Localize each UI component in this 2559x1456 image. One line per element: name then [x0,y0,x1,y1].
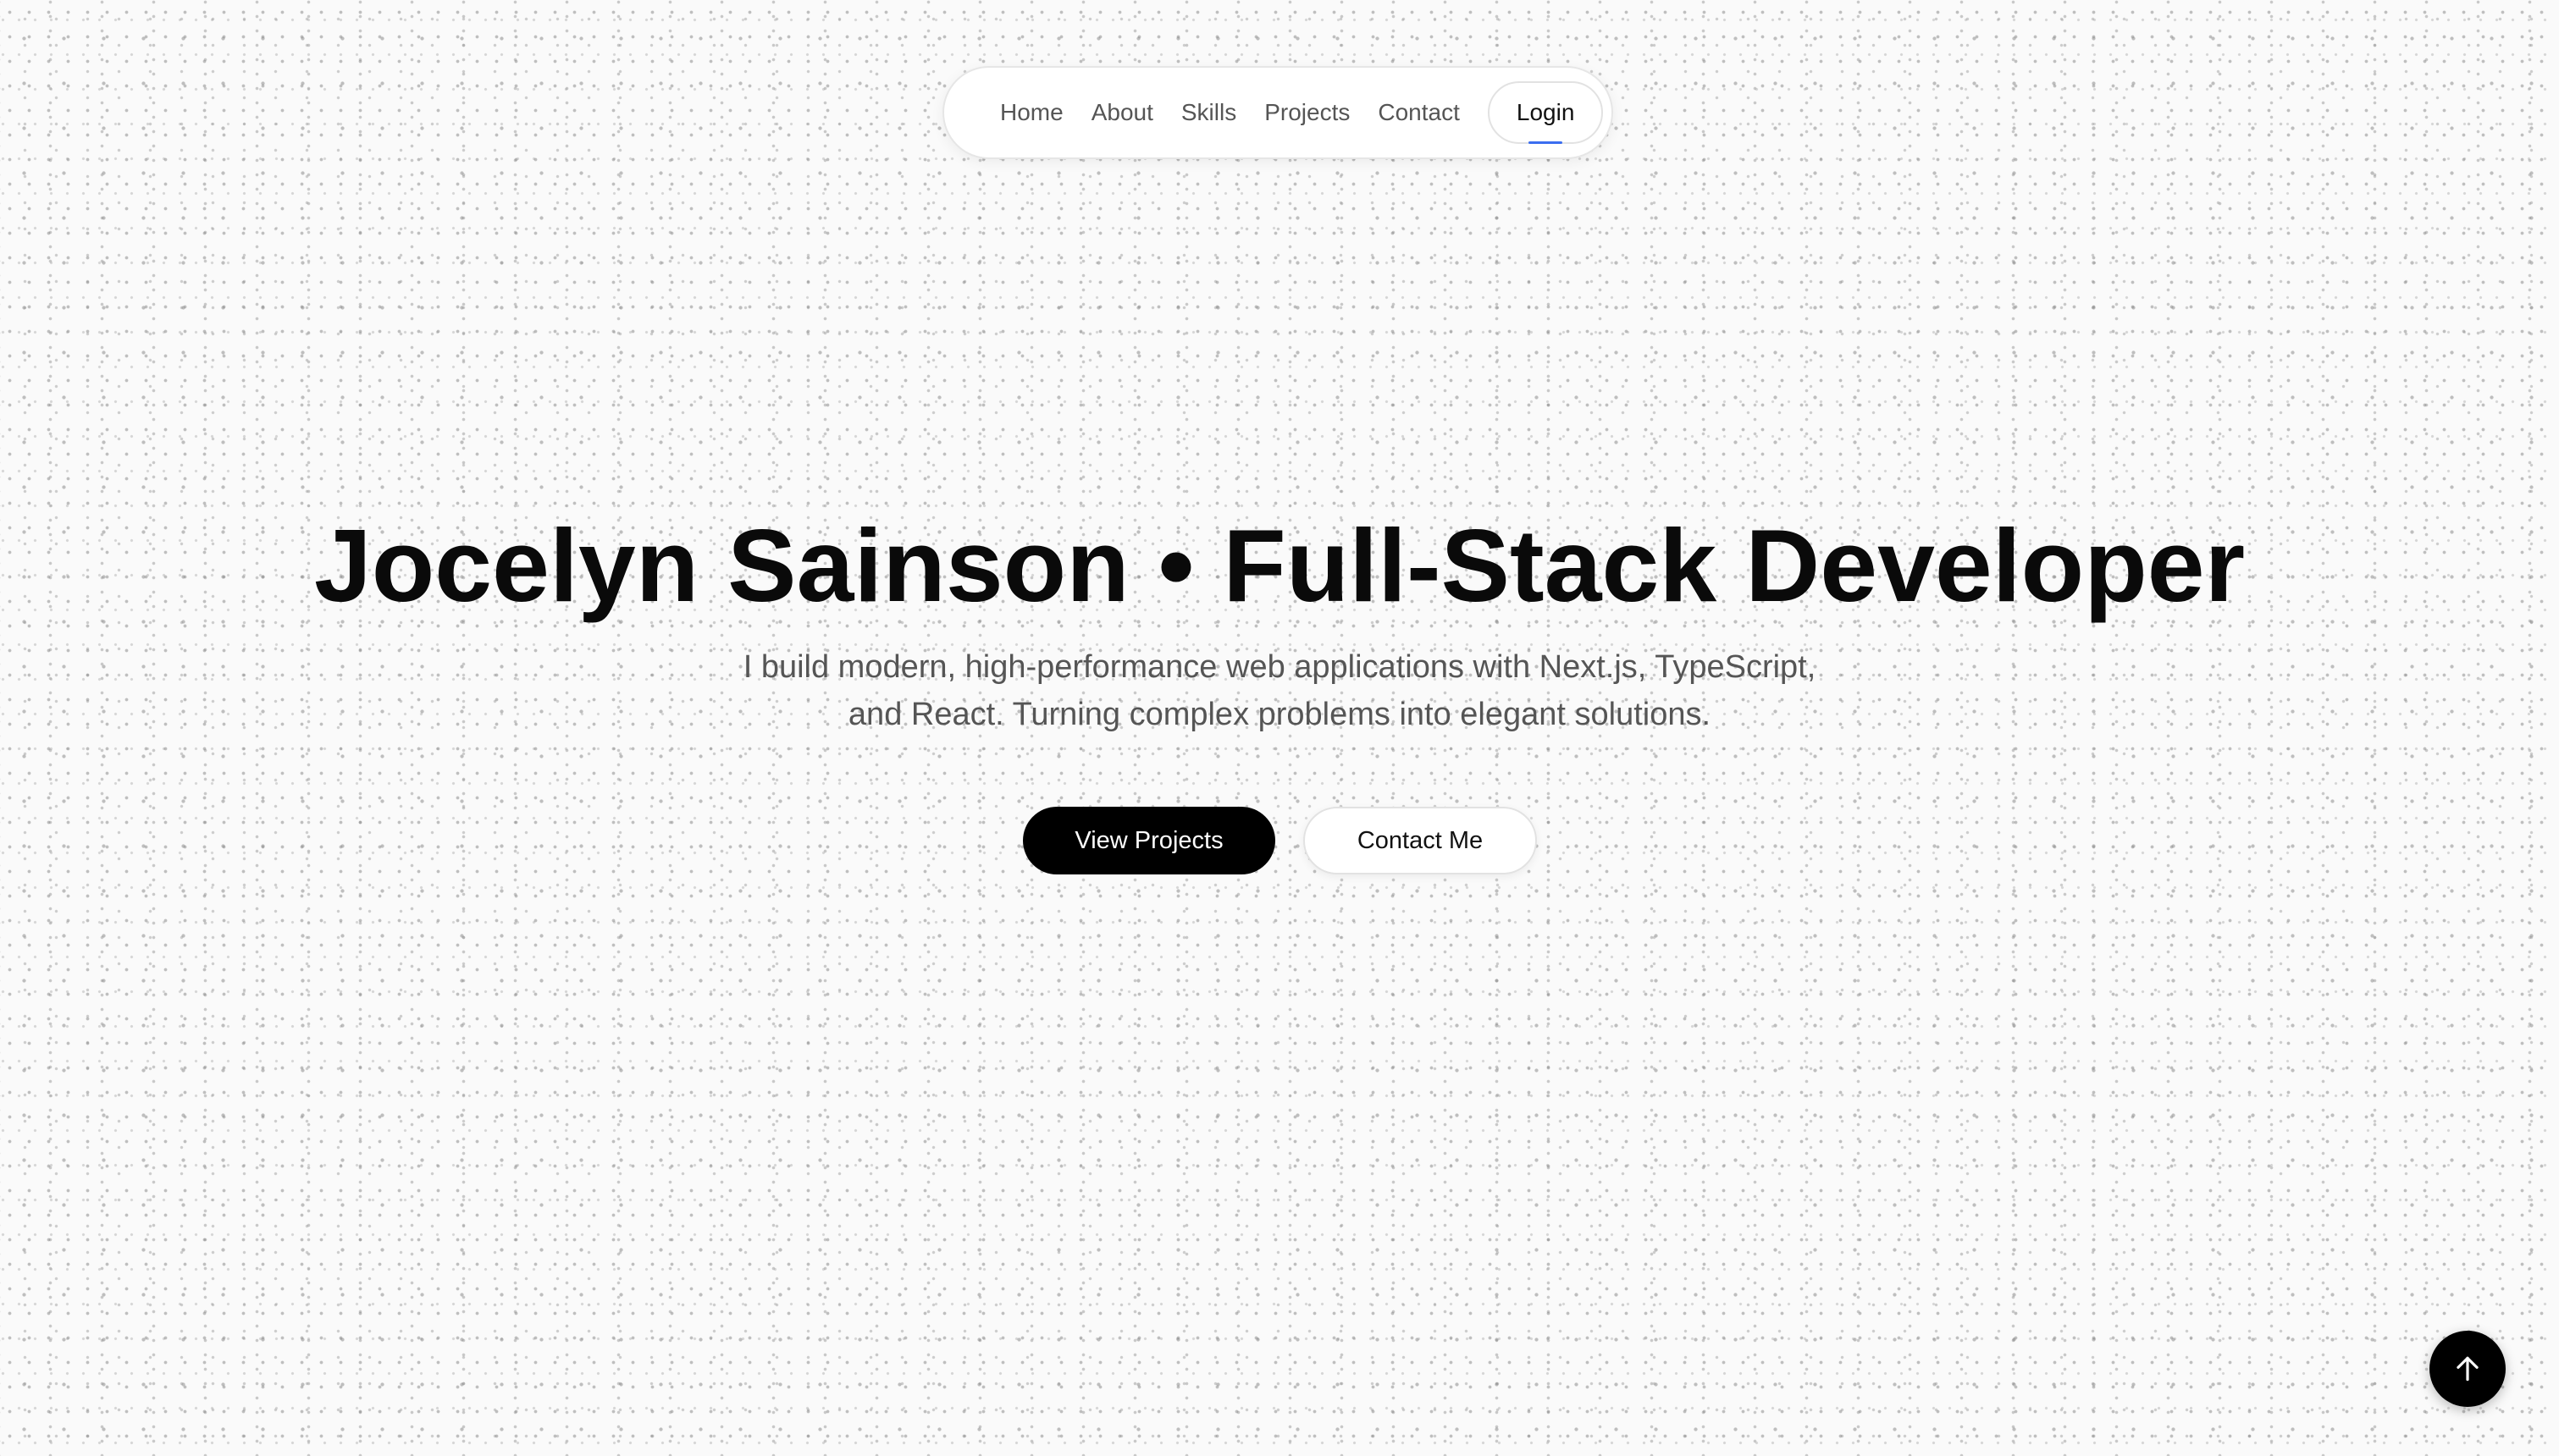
login-button[interactable]: Login [1487,81,1604,144]
arrow-up-icon [2457,1356,2479,1382]
top-navigation: Home About Skills Projects Contact Login [942,66,1613,159]
hero-cta-row: View Projects Contact Me [1023,807,1537,874]
login-label: Login [1516,99,1575,125]
login-accent-underline [1528,141,1563,144]
hero-subtitle-line-2: and React. Turning complex problems into… [848,697,1711,732]
nav-link-skills[interactable]: Skills [1181,99,1236,126]
hero-subtitle-line-1: I build modern, high-performance web app… [743,649,1816,685]
hero-title: Jocelyn Sainson • Full-Stack Developer [313,508,2246,623]
nav-link-projects[interactable]: Projects [1264,99,1350,126]
hero-subtitle: I build modern, high-performance web app… [687,643,1872,738]
nav-link-home[interactable]: Home [1000,99,1064,126]
nav-link-contact[interactable]: Contact [1378,99,1460,126]
contact-me-button[interactable]: Contact Me [1303,807,1537,874]
nav-link-about[interactable]: About [1092,99,1153,126]
view-projects-button[interactable]: View Projects [1023,807,1275,874]
scroll-to-top-button[interactable] [2429,1331,2506,1407]
